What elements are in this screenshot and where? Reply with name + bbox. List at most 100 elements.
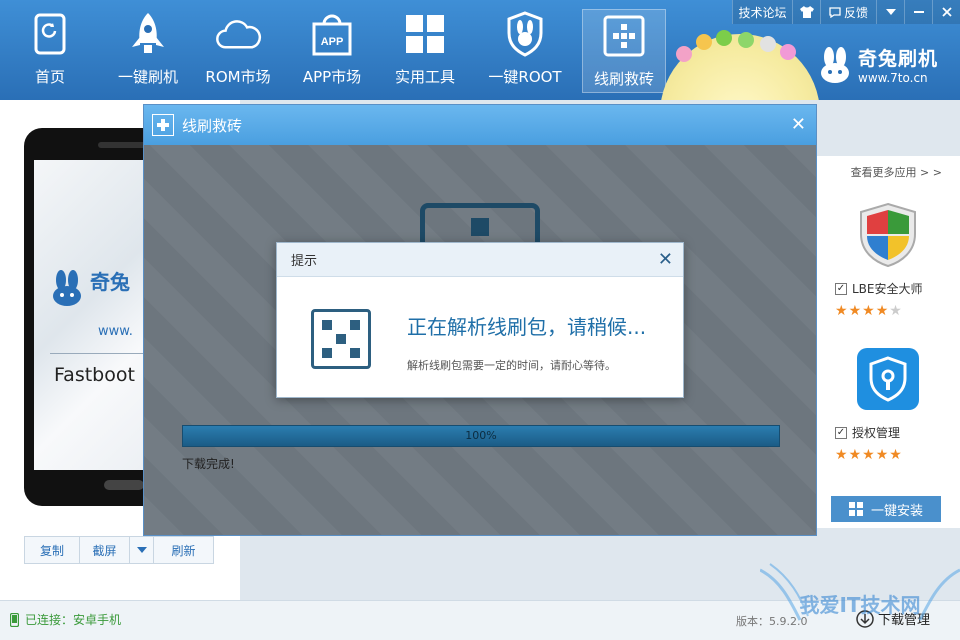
one-click-install-button[interactable]: 一键安装 — [831, 496, 941, 522]
flash-dialog-title: 线刷救砖 — [182, 116, 243, 135]
star-icon: ★ — [875, 303, 890, 319]
app-name-row[interactable]: ✓ 授权管理 — [835, 424, 945, 441]
prompt-title: 提示 — [277, 243, 683, 277]
nav-utilities[interactable]: 实用工具 — [388, 8, 462, 96]
app-checkbox[interactable]: ✓ — [835, 282, 847, 295]
phone-action-bar: 复制 截屏 刷新 — [24, 536, 214, 564]
app-bag-icon: APP — [308, 8, 356, 60]
nav-utilities-label: 实用工具 — [394, 68, 455, 86]
close-icon — [941, 7, 952, 17]
bunny-shield-icon — [501, 8, 549, 60]
chevron-down-icon — [136, 547, 147, 553]
skin-button[interactable] — [792, 0, 820, 24]
phone-home-button — [104, 480, 144, 490]
nav-home[interactable]: 首页 — [20, 8, 80, 96]
nav-app-market[interactable]: APP APP市场 — [296, 8, 368, 96]
feedback-label: 反馈 — [843, 5, 868, 20]
rocket-icon — [124, 8, 172, 60]
app-logo: 奇兔刷机 www.7to.cn — [818, 44, 938, 85]
home-icon — [26, 8, 74, 60]
app-rating-stars: ★★★★★ — [835, 447, 945, 463]
logo-url: www.7to.cn — [858, 71, 928, 85]
nav-one-click-root-label: 一键ROOT — [488, 68, 562, 86]
status-bar: 已连接：安卓手机 版本：5.9.2.0 下载管理 — [0, 600, 960, 640]
app-name: LBE安全大师 — [852, 282, 923, 296]
parsing-package-icon — [311, 309, 371, 369]
minimize-icon — [913, 11, 924, 13]
flash-dialog-titlebar: 线刷救砖 — [144, 105, 816, 145]
prompt-detail: 解析线刷包需要一定的时间，请耐心等待。 — [407, 359, 616, 372]
star-icon: ★ — [862, 447, 876, 463]
mascot-bunny — [738, 32, 754, 48]
menu-dropdown-button[interactable] — [876, 0, 904, 24]
star-empty-icon: ★ — [889, 303, 903, 319]
mascot-bunny — [716, 30, 732, 46]
chat-bubble-icon — [829, 6, 841, 18]
star-icon: ★ — [889, 447, 903, 463]
phone-connected-icon — [10, 612, 19, 627]
flash-dialog-close-button[interactable]: ✕ — [791, 114, 806, 135]
app-card-permission: ✓ 授权管理 ★★★★★ — [835, 346, 945, 463]
mascot-bunny — [676, 46, 692, 62]
connection-status: 已连接：安卓手机 — [10, 611, 121, 628]
copy-button[interactable]: 复制 — [24, 536, 80, 564]
screenshot-button[interactable]: 截屏 — [80, 536, 130, 564]
grid-tools-icon — [401, 8, 449, 60]
star-icon: ★ — [862, 303, 876, 319]
app-name-row[interactable]: ✓ LBE安全大师 — [835, 280, 945, 297]
nav-one-click-flash[interactable]: 一键刷机 — [108, 8, 188, 96]
chevron-down-icon — [885, 9, 896, 15]
star-icon: ★ — [835, 303, 849, 319]
recommended-apps-panel: 查看更多应用 > > ✓ LBE安全大师 ★★★★★ ✓ 授权管理 ★★★★★ … — [816, 156, 960, 528]
install-label: 一键安装 — [870, 503, 923, 519]
star-icon: ★ — [848, 303, 863, 319]
nav-flash-rescue-label: 线刷救砖 — [593, 70, 654, 88]
download-manager-label: 下载管理 — [878, 613, 931, 628]
prompt-close-button[interactable]: ✕ — [658, 249, 673, 270]
mascot-bunny — [696, 34, 712, 50]
grid-icon — [848, 502, 863, 516]
download-manager-button[interactable]: 下载管理 — [856, 609, 930, 628]
nav-app-market-label: APP市场 — [302, 68, 362, 86]
window-tools: 技术论坛 反馈 — [732, 0, 960, 24]
app-name: 授权管理 — [852, 426, 901, 440]
connection-text: 已连接：安卓手机 — [25, 613, 122, 627]
permission-manager-icon — [857, 348, 919, 410]
minimize-button[interactable] — [904, 0, 932, 24]
mascot-bunny — [780, 44, 796, 60]
flash-brick-icon — [152, 114, 174, 136]
more-apps-link[interactable]: 查看更多应用 > > — [851, 164, 942, 180]
close-window-button[interactable] — [932, 0, 960, 24]
screen-brand: 奇兔 — [90, 270, 130, 294]
star-icon: ★ — [875, 447, 890, 463]
tshirt-icon — [799, 6, 814, 18]
lbe-shield-icon — [860, 202, 916, 268]
nav-flash-rescue[interactable]: 线刷救砖 — [582, 9, 666, 93]
top-navigation-bar: 首页 一键刷机 ROM市场 APP APP市场 实用工具 一键ROOT 线刷救砖… — [0, 0, 960, 100]
nav-home-label: 首页 — [34, 68, 65, 86]
app-checkbox[interactable]: ✓ — [835, 426, 847, 439]
prompt-dialog: 提示 ✕ 正在解析线刷包，请稍候... 解析线刷包需要一定的时间，请耐心等待。 — [276, 242, 684, 398]
star-icon: ★ — [848, 447, 863, 463]
forum-link[interactable]: 技术论坛 — [732, 0, 792, 24]
prompt-message: 正在解析线刷包，请稍候... — [407, 315, 647, 339]
mascot-bunny — [760, 36, 776, 52]
screen-url: www. — [98, 324, 133, 339]
feedback-button[interactable]: 反馈 — [820, 0, 876, 24]
screenshot-dropdown[interactable] — [130, 536, 154, 564]
nav-one-click-root[interactable]: 一键ROOT — [482, 8, 568, 96]
cloud-icon — [214, 8, 262, 60]
refresh-button[interactable]: 刷新 — [154, 536, 214, 564]
flash-brick-icon — [600, 10, 648, 62]
app-rating-stars: ★★★★★ — [835, 303, 945, 319]
bunny-logo-icon — [53, 270, 81, 306]
progress-percent: 100% — [465, 429, 497, 442]
nav-rom-market[interactable]: ROM市场 — [200, 8, 276, 96]
app-card-lbe: ✓ LBE安全大师 ★★★★★ — [835, 202, 945, 319]
logo-brand: 奇兔刷机 — [858, 48, 939, 70]
download-status-text: 下载完成! — [182, 457, 235, 471]
version-label: 版本：5.9.2.0 — [736, 615, 808, 628]
star-icon: ★ — [835, 447, 849, 463]
nav-rom-market-label: ROM市场 — [205, 68, 271, 86]
download-icon — [856, 609, 874, 628]
